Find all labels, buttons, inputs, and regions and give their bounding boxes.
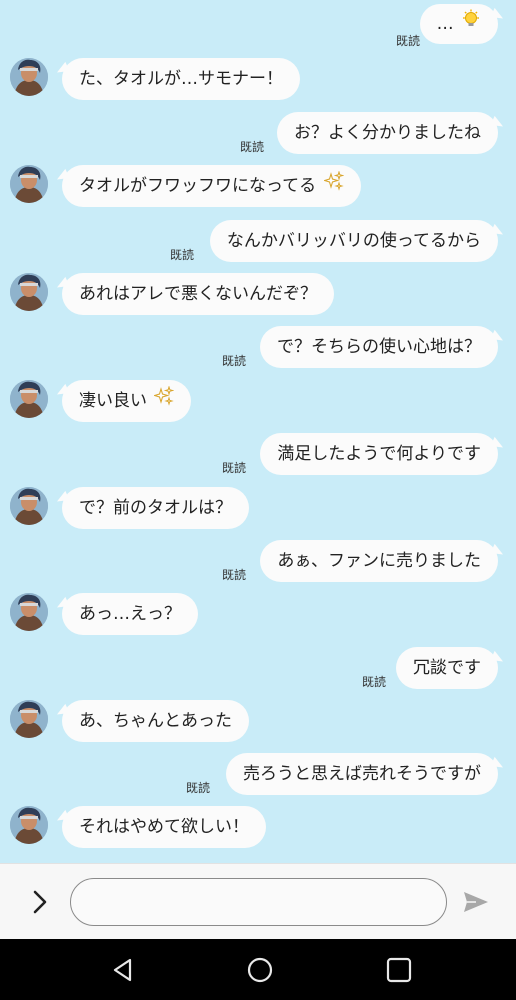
message-text: 売ろうと思えば売れそうですが — [243, 764, 481, 784]
avatar[interactable] — [10, 273, 48, 311]
avatar[interactable] — [10, 700, 48, 738]
message-bubble[interactable]: お？よく分かりましたね — [277, 112, 498, 154]
read-receipt: 既読 — [361, 675, 386, 689]
message-bubble[interactable]: 凄い良い — [62, 380, 192, 422]
home-circle-icon[interactable] — [245, 955, 275, 985]
message-text: あっ…えっ？ — [79, 604, 181, 624]
message-bubble[interactable]: 売ろうと思えば売れそうですが — [226, 753, 498, 795]
message-text: お？よく分かりましたね — [294, 123, 481, 143]
read-receipt: 既読 — [239, 140, 264, 154]
read-receipt: 既読 — [221, 568, 246, 582]
avatar[interactable] — [10, 380, 48, 418]
back-triangle-icon[interactable] — [108, 955, 138, 985]
message-bubble[interactable]: … — [419, 4, 498, 44]
message-text: それはやめて欲しい！ — [79, 817, 249, 837]
send-icon[interactable] — [462, 890, 490, 914]
avatar[interactable] — [10, 593, 48, 631]
message-text: なんかバリッバリの使ってるから — [226, 231, 481, 251]
read-receipt: 既読 — [395, 34, 420, 48]
message-bubble[interactable]: あっ…えっ？ — [62, 593, 198, 635]
read-receipt: 既読 — [221, 354, 246, 368]
message-bubble[interactable]: 満足したようで何よりです — [260, 433, 498, 475]
message-text: 満足したようで何よりです — [277, 444, 481, 464]
message-text: あ、ちゃんとあった — [79, 711, 232, 731]
avatar[interactable] — [10, 165, 48, 203]
avatar[interactable] — [10, 58, 48, 96]
message-bubble[interactable]: あ、ちゃんとあった — [62, 700, 249, 742]
message-input[interactable] — [70, 878, 447, 926]
message-text: 凄い良い — [79, 391, 147, 411]
message-bubble[interactable]: それはやめて欲しい！ — [62, 806, 266, 848]
message-bubble[interactable]: 冗談です — [396, 647, 498, 689]
message-text: タオルがフワッフワになってる — [79, 176, 317, 196]
sparkles-icon — [152, 380, 175, 422]
message-bubble[interactable]: で？そちらの使い心地は？ — [260, 326, 498, 368]
message-text: 冗談です — [413, 658, 481, 678]
message-text: で？前のタオルは？ — [79, 498, 232, 518]
system-nav-bar — [0, 939, 516, 1000]
message-bubble[interactable]: なんかバリッバリの使ってるから — [209, 220, 498, 262]
sparkles-icon — [322, 165, 344, 207]
avatar[interactable] — [10, 487, 48, 525]
read-receipt: 既読 — [221, 461, 246, 475]
message-text: … — [436, 14, 454, 34]
message-bubble[interactable]: タオルがフワッフワになってる — [62, 165, 361, 207]
message-bubble[interactable]: た、タオルが…サモナー！ — [62, 58, 300, 100]
message-input-bar — [0, 863, 516, 939]
chat-area[interactable]: 既読 … た、タオルが…サモナー！ 既読 お？よく分かりましたね タオルがフワッ… — [0, 0, 516, 863]
avatar[interactable] — [10, 806, 48, 844]
message-text: た、タオルが…サモナー！ — [79, 69, 283, 89]
message-bubble[interactable]: あぁ、ファンに売りました — [260, 540, 498, 582]
lightbulb-icon — [461, 4, 481, 44]
message-bubble[interactable]: あれはアレで悪くないんだぞ？ — [62, 273, 334, 315]
recents-square-icon[interactable] — [384, 955, 414, 985]
read-receipt: 既読 — [185, 781, 210, 795]
message-text: あれはアレで悪くないんだぞ？ — [79, 284, 317, 304]
message-bubble[interactable]: で？前のタオルは？ — [62, 487, 249, 529]
message-text: で？そちらの使い心地は？ — [277, 337, 481, 357]
read-receipt: 既読 — [169, 248, 194, 262]
chevron-right-icon[interactable] — [28, 888, 52, 916]
message-text: あぁ、ファンに売りました — [277, 551, 481, 571]
